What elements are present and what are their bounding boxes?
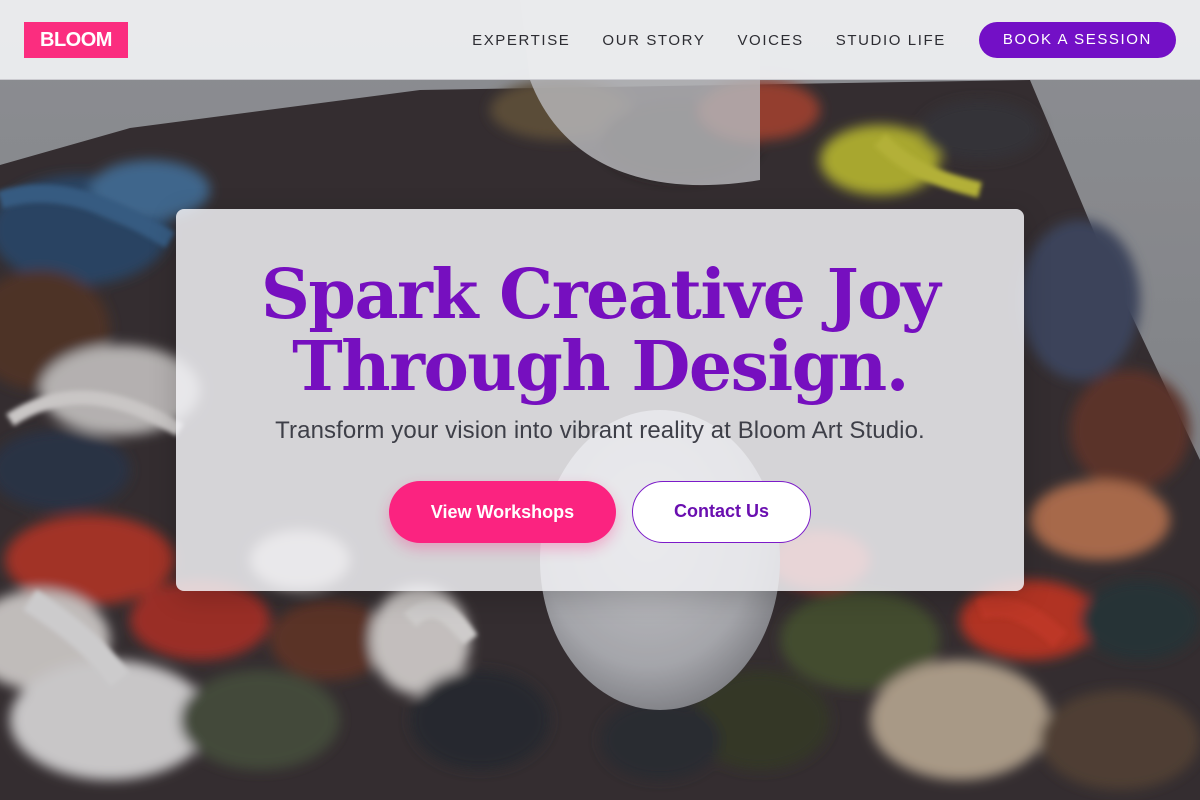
main-nav: EXPERTISE OUR STORY VOICES STUDIO LIFE B… bbox=[472, 22, 1176, 58]
nav-link-our-story[interactable]: OUR STORY bbox=[602, 32, 705, 49]
book-session-button[interactable]: BOOK A SESSION bbox=[978, 22, 1176, 58]
hero-title: Spark Creative Joy Through Design. bbox=[176, 259, 1024, 403]
nav-link-voices[interactable]: VOICES bbox=[737, 32, 803, 49]
nav-link-studio-life[interactable]: STUDIO LIFE bbox=[836, 32, 946, 49]
site-header: BLOOM EXPERTISE OUR STORY VOICES STUDIO … bbox=[0, 0, 1200, 80]
hero-subtitle: Transform your vision into vibrant reali… bbox=[275, 417, 925, 444]
hero-actions: View Workshops Contact Us bbox=[176, 481, 1024, 543]
hero-title-line-1: Spark Creative Joy bbox=[260, 255, 941, 335]
view-workshops-button[interactable]: View Workshops bbox=[389, 481, 616, 543]
brand-logo[interactable]: BLOOM bbox=[24, 22, 128, 58]
hero-title-line-2: Through Design. bbox=[292, 327, 909, 407]
nav-link-expertise[interactable]: EXPERTISE bbox=[472, 32, 570, 49]
contact-us-button[interactable]: Contact Us bbox=[632, 481, 811, 543]
hero-card: Spark Creative Joy Through Design. Trans… bbox=[176, 209, 1024, 591]
